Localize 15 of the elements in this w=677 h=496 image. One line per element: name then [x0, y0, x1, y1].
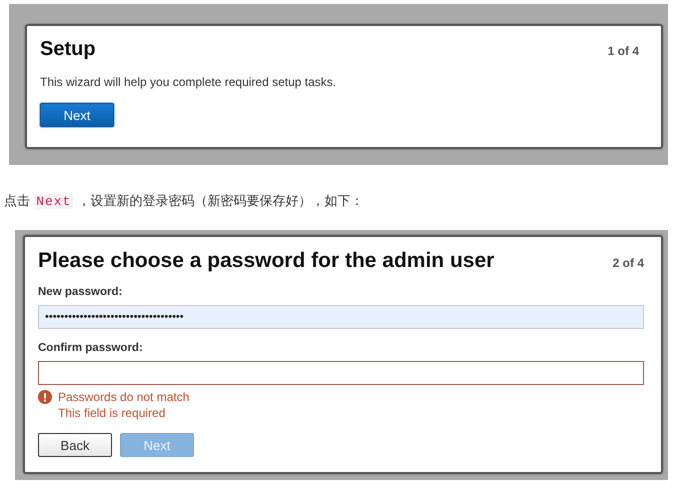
caption-text: 点击 Next ，设置新的登录密码（新密码要保存好），如下： [4, 193, 364, 210]
back-button[interactable]: Back [38, 433, 112, 457]
step-counter: 1 of 4 [608, 44, 639, 58]
step-counter: 2 of 4 [612, 256, 644, 270]
password-field[interactable] [38, 361, 644, 385]
next-button[interactable]: Next [40, 103, 114, 127]
field-label: New password: [38, 286, 124, 298]
error-message: This field is required [58, 406, 166, 420]
field-label: Confirm password: [38, 342, 144, 354]
wizard-title: Please choose a password for the admin user [38, 249, 494, 273]
description-text: This wizard will help you complete required setup tasks. [40, 75, 338, 89]
error-message: Passwords do not match [58, 390, 190, 404]
error-icon [38, 390, 52, 404]
password-field[interactable]: •••••••••••••••••••••••••••••••••••• [38, 305, 644, 329]
wizard-title: Setup [40, 38, 96, 61]
